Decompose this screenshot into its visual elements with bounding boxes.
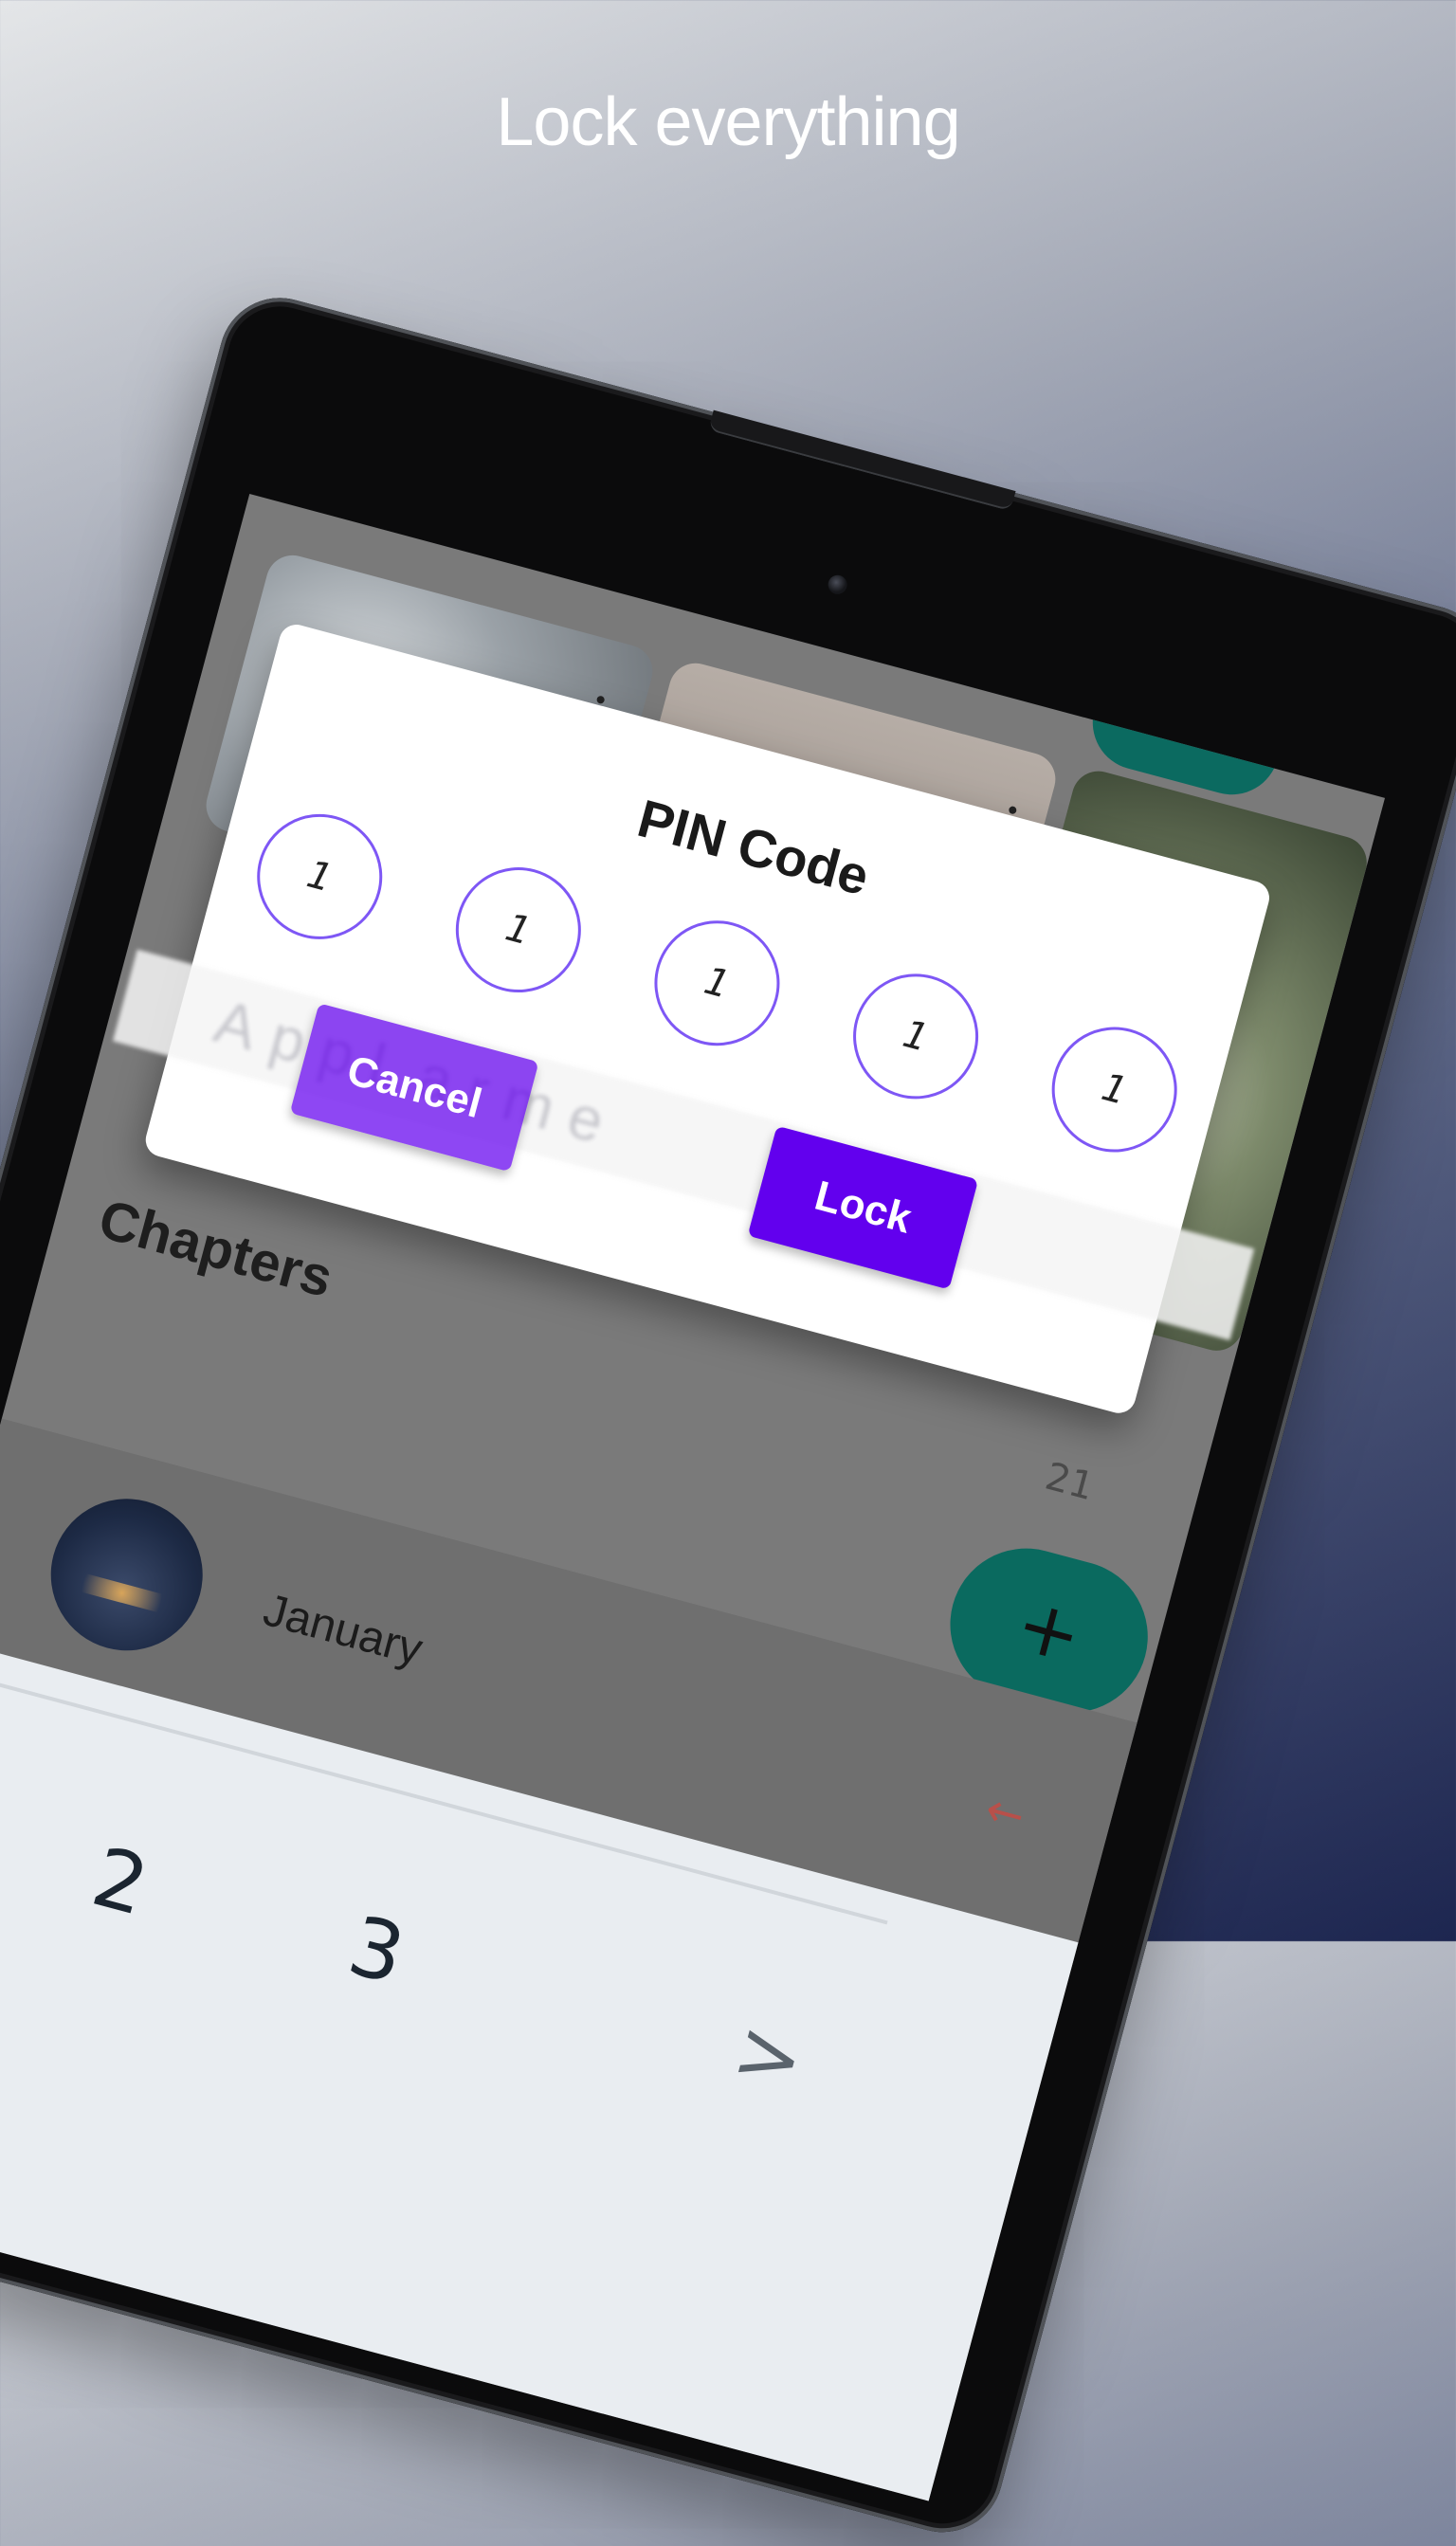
cancel-button[interactable]: Cancel xyxy=(289,1003,539,1173)
key-3[interactable]: 3 xyxy=(339,1899,414,2004)
pin-digit-field[interactable]: 1 xyxy=(1037,1012,1192,1167)
pin-digit-field[interactable]: 1 xyxy=(243,800,397,954)
tablet-frame: Chapters 21 + January ← PIN Code 1 1 1 1… xyxy=(0,284,1456,2546)
chevron-right-icon[interactable]: > xyxy=(724,2001,814,2110)
lock-button[interactable]: Lock xyxy=(747,1125,979,1290)
app-screen: Chapters 21 + January ← PIN Code 1 1 1 1… xyxy=(0,493,1386,2501)
pin-digit-field[interactable]: 1 xyxy=(640,906,794,1061)
speaker-grille xyxy=(708,409,1016,512)
promo-headline: Lock everything xyxy=(496,84,960,160)
pin-digit-field[interactable]: 1 xyxy=(839,959,992,1114)
key-2[interactable]: 2 xyxy=(83,1829,158,1935)
pin-digit-field[interactable]: 1 xyxy=(442,853,595,1007)
camera-icon xyxy=(826,573,849,597)
